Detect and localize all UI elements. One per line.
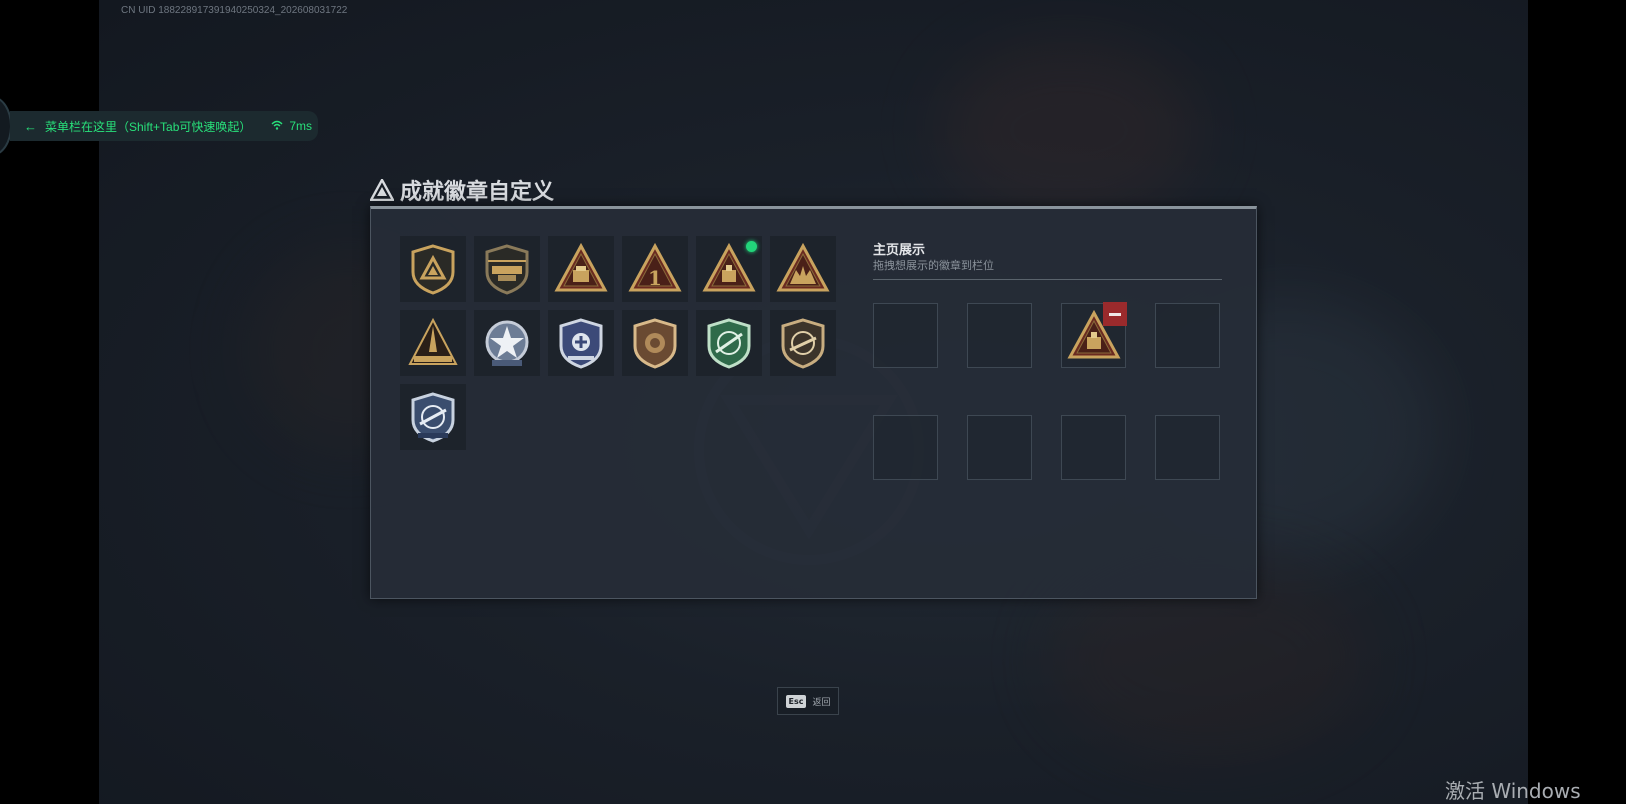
rifle-shield-badge-icon (781, 318, 825, 369)
showcase-slot[interactable] (1155, 303, 1220, 368)
showcase-slot[interactable] (1061, 302, 1127, 368)
badge-item[interactable] (770, 310, 836, 376)
lion-shield-badge-icon (633, 318, 677, 369)
achievement-triangle-icon (370, 179, 394, 201)
soldiers-triangle-badge-icon (776, 242, 830, 292)
divider (873, 279, 1222, 280)
esc-key: Esc (785, 694, 807, 708)
badge-item[interactable] (400, 384, 466, 450)
arrow-left-icon: ← (24, 118, 37, 134)
badge-item[interactable] (696, 236, 762, 302)
helicopter-badge-icon (485, 244, 529, 295)
badge-item[interactable] (696, 310, 762, 376)
badge-collection-grid: 1 (400, 236, 840, 450)
number-one-badge-icon: 1 (628, 242, 682, 292)
rocket-triangle-badge-icon (408, 317, 458, 365)
wifi-icon (271, 119, 283, 133)
back-label: 返回 (812, 697, 831, 708)
page-title-text: 成就徽章自定义 (400, 180, 555, 205)
badge-item[interactable] (400, 310, 466, 376)
ping-value: 7ms (289, 119, 313, 133)
showcase-slot[interactable] (967, 303, 1032, 368)
menu-bar-hint[interactable]: ← 菜单栏在这里（Shift+Tab可快速唤起） 7ms (10, 111, 318, 141)
badge-customize-panel: 1 主页展示 拖拽想展示的徽章到栏位 (370, 206, 1257, 599)
showcase-subtitle: 拖拽想展示的徽章到栏位 (873, 259, 994, 272)
back-button[interactable]: Esc 返回 (777, 687, 839, 715)
remove-badge-button[interactable] (1103, 302, 1127, 326)
showcase-slot[interactable] (873, 415, 938, 480)
badge-item[interactable]: 1 (622, 236, 688, 302)
star-emblem-badge-icon (485, 320, 529, 366)
uid-text: CN UID 1882289173919402503​24_2026080317… (121, 5, 348, 16)
showcase-title: 主页展示 (873, 243, 926, 258)
vehicle-triangle-badge-icon (554, 242, 608, 292)
badge-item[interactable] (548, 310, 614, 376)
badge-item[interactable] (548, 236, 614, 302)
badge-item[interactable] (770, 236, 836, 302)
badge-item[interactable] (400, 236, 466, 302)
page-title: 成就徽章自定义 (370, 174, 554, 206)
menu-bar-hint-text: 菜单栏在这里（Shift+Tab可快速唤起） (45, 119, 252, 134)
new-indicator-dot (746, 241, 757, 252)
badge-item[interactable] (474, 310, 540, 376)
windows-activation-watermark: 激活 Windows (1445, 779, 1581, 803)
badge-item[interactable] (474, 236, 540, 302)
green-rifle-shield-badge-icon (707, 318, 751, 369)
svg-text:1: 1 (648, 266, 662, 290)
minus-icon (1109, 312, 1121, 316)
showcase-slot[interactable] (1155, 415, 1220, 480)
police-shield-badge-icon (559, 318, 603, 369)
showcase-slot[interactable] (967, 415, 1032, 480)
blue-rifle-shield-badge-icon (411, 392, 455, 443)
badge-item[interactable] (622, 310, 688, 376)
triangle-shield-badge-icon (411, 244, 455, 295)
showcase-slot[interactable] (873, 303, 938, 368)
showcase-slot[interactable] (1061, 415, 1126, 480)
